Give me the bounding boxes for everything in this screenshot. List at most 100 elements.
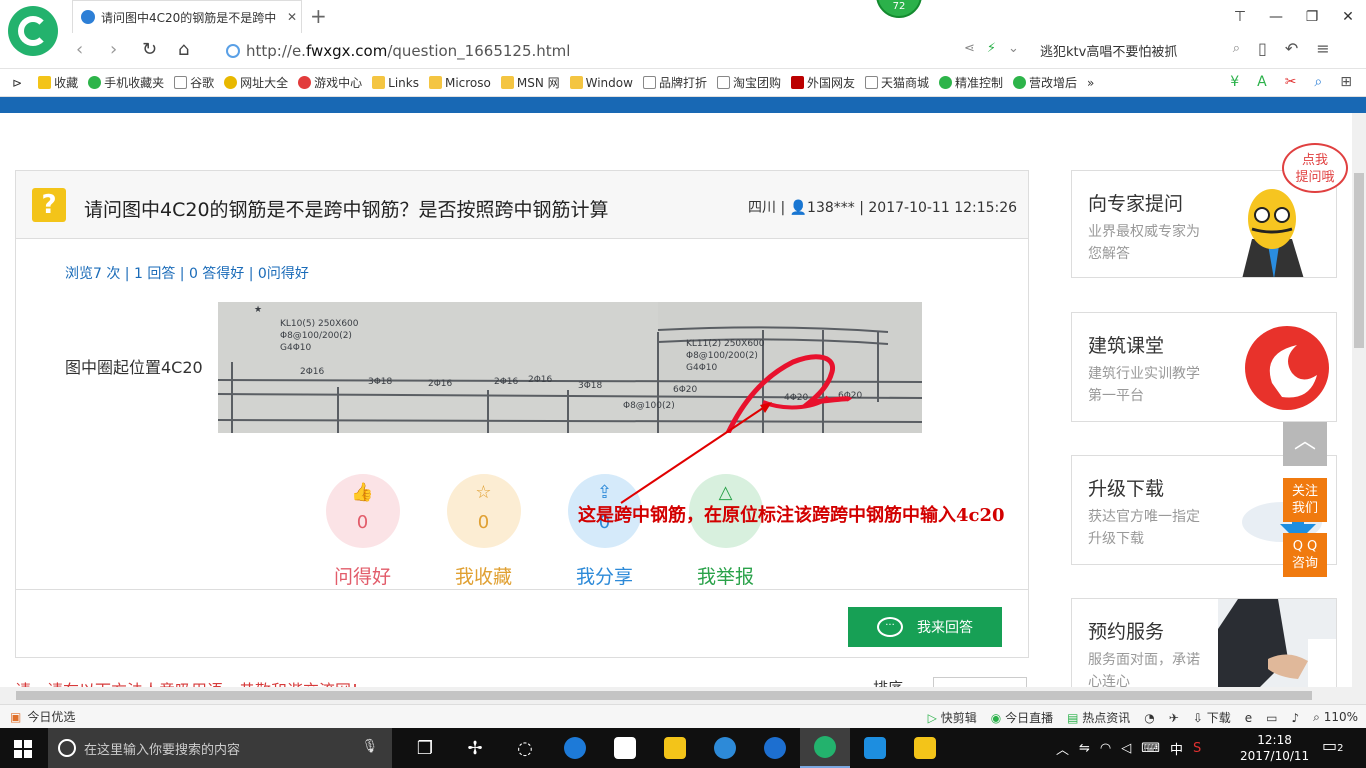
bookmark-item[interactable]: 外国网友: [790, 74, 855, 91]
browser-tab[interactable]: 请问图中4C20的钢筋是不是跨中 ✕: [72, 0, 302, 33]
sidebar-building-class[interactable]: 建筑课堂 建筑行业实训教学第一平台: [1071, 312, 1337, 422]
pin-icon[interactable]: ✈: [1169, 711, 1179, 725]
report-button[interactable]: △ 我举报: [665, 474, 786, 589]
notification-icon[interactable]: ▭2: [1322, 736, 1344, 755]
zoom-level[interactable]: ⌕ 110%: [1313, 710, 1358, 725]
scrollbar-thumb[interactable]: [16, 691, 1312, 700]
horizontal-scrollbar[interactable]: [0, 687, 1366, 704]
follow-us-button[interactable]: 关注 我们: [1283, 478, 1327, 522]
back-icon[interactable]: ‹: [76, 39, 83, 60]
status-item[interactable]: ▤ 热点资讯: [1067, 709, 1130, 726]
search-box[interactable]: 逃犯ktv高唱不要怕被抓 ⌕: [1040, 41, 1240, 60]
like-question-button[interactable]: 👍 0 问得好: [302, 474, 423, 589]
home-icon[interactable]: ⌂: [178, 39, 189, 60]
notes-app-icon[interactable]: [900, 728, 950, 768]
bookmark-label: Links: [388, 75, 419, 90]
bookmark-item[interactable]: 天猫商城: [865, 74, 929, 91]
bookmark-item[interactable]: Microso: [428, 76, 491, 90]
taskbar-search[interactable]: 在这里输入你要搜索的内容 🎙: [48, 728, 392, 768]
app-g-icon[interactable]: [750, 728, 800, 768]
tab-close-icon[interactable]: ✕: [287, 10, 297, 24]
bookmark-item[interactable]: 游戏中心: [298, 74, 362, 91]
status-item[interactable]: ⇩ 下载: [1193, 709, 1231, 726]
edge-icon[interactable]: [550, 728, 600, 768]
forward-icon[interactable]: ›: [110, 39, 117, 60]
menu-icon[interactable]: ≡: [1316, 39, 1329, 58]
share-button[interactable]: ⇪ 0 我分享: [544, 474, 665, 589]
scroll-to-top-button[interactable]: ︿: [1283, 422, 1327, 466]
speed-icon[interactable]: ⚡: [987, 41, 996, 56]
bookmark-item[interactable]: 收藏: [38, 74, 78, 91]
screenshot-icon[interactable]: ✂: [1285, 74, 1297, 90]
bookmark-item[interactable]: MSN 网: [500, 74, 560, 91]
sidebar-subtitle: 业界最权威专家为您解答: [1088, 224, 1200, 262]
more-bookmarks-icon[interactable]: »: [1087, 76, 1094, 90]
daily-picks[interactable]: 今日优选: [27, 708, 75, 725]
find-icon[interactable]: ⌕: [1314, 74, 1322, 90]
plus-app-icon[interactable]: [850, 728, 900, 768]
bookmark-item[interactable]: 品牌打折: [642, 74, 707, 91]
bookmark-item[interactable]: 营改增后: [1013, 74, 1077, 91]
url-field[interactable]: http://e. fwxgx.com/question_1665125.html: [226, 38, 1026, 64]
bookmark-item[interactable]: 精准控制: [939, 74, 1003, 91]
wallet-icon[interactable]: ¥: [1230, 74, 1239, 90]
live-icon: ◉: [990, 711, 1002, 725]
sidebar-appointment[interactable]: 预约服务 服务面对面，承诺心连心: [1071, 598, 1337, 687]
mobile-icon[interactable]: ▯: [1258, 39, 1267, 58]
task-view-icon[interactable]: ❐: [400, 728, 450, 768]
browser-taskbar-icon[interactable]: [800, 728, 850, 768]
share-icon[interactable]: ⋖: [964, 41, 975, 56]
status-item[interactable]: ◉ 今日直播: [991, 709, 1053, 726]
maximize-button[interactable]: ❐: [1294, 9, 1330, 25]
window-icon[interactable]: ▭: [1266, 711, 1277, 725]
windows-start-icon[interactable]: [14, 740, 32, 758]
bookmark-item[interactable]: Window: [569, 76, 633, 90]
answer-button[interactable]: ··· 我来回答: [848, 607, 1002, 647]
bookmark-item[interactable]: 淘宝团购: [716, 74, 781, 91]
browser-logo-icon[interactable]: [8, 6, 58, 56]
minimize-button[interactable]: —: [1258, 9, 1294, 25]
qq-consult-button[interactable]: Q Q 咨询: [1283, 533, 1327, 577]
microphone-icon[interactable]: 🎙: [361, 739, 378, 754]
sound-icon[interactable]: ♪: [1291, 711, 1299, 725]
spiral-app-icon[interactable]: ◌: [500, 728, 550, 768]
bookmark-item[interactable]: 手机收藏夹: [88, 74, 164, 91]
search-icon[interactable]: ⌕: [1233, 41, 1240, 56]
answer-button-label: 我来回答: [917, 620, 973, 636]
tab-title: 请问图中4C20的钢筋是不是跨中: [101, 10, 277, 25]
chevron-up-icon[interactable]: ︿: [1056, 739, 1069, 758]
speed-icon[interactable]: ◔: [1144, 711, 1154, 725]
favorite-button[interactable]: ☆ 0 我收藏: [423, 474, 544, 589]
undo-icon[interactable]: ↶: [1285, 39, 1298, 58]
wifi-icon[interactable]: ◠: [1100, 741, 1111, 756]
status-item[interactable]: ▷ 快剪辑: [928, 709, 977, 726]
sogou-icon[interactable]: S: [1193, 741, 1201, 756]
translate-icon[interactable]: A: [1257, 74, 1267, 90]
refresh-icon[interactable]: ↻: [142, 39, 157, 60]
apps-icon[interactable]: ⊞: [1340, 74, 1352, 90]
bookmark-item[interactable]: 谷歌: [174, 74, 214, 91]
ask-me-bubble[interactable]: 点我 提问哦: [1282, 143, 1348, 193]
scrollbar-thumb[interactable]: [1354, 173, 1364, 348]
chevron-down-icon[interactable]: ⌄: [1008, 41, 1019, 56]
network-icon[interactable]: ⇋: [1079, 741, 1090, 756]
new-tab-button[interactable]: +: [310, 4, 327, 28]
file-explorer-icon[interactable]: [650, 728, 700, 768]
store-icon[interactable]: [600, 728, 650, 768]
bookmarks-toggle-icon[interactable]: ⊳: [12, 76, 22, 90]
ie-mode-icon[interactable]: e: [1245, 711, 1252, 725]
volume-icon[interactable]: ◁: [1121, 741, 1131, 756]
vertical-scrollbar[interactable]: [1352, 113, 1366, 687]
fan-app-icon[interactable]: ✢: [450, 728, 500, 768]
internet-explorer-icon[interactable]: [700, 728, 750, 768]
performance-badge[interactable]: 72: [876, 0, 922, 18]
clock[interactable]: 12:18 2017/10/11: [1240, 732, 1309, 764]
bookmark-item[interactable]: Links: [372, 76, 419, 90]
drawing-photo[interactable]: KL10(5) 250X600 Φ8@100/200(2) G4Φ10 2Φ16…: [218, 302, 922, 433]
close-button[interactable]: ✕: [1330, 9, 1366, 25]
skin-button[interactable]: ⊤: [1222, 9, 1258, 25]
sort-select[interactable]: [933, 677, 1027, 687]
keyboard-icon[interactable]: ⌨: [1141, 741, 1160, 756]
bookmark-item[interactable]: 网址大全: [224, 74, 288, 91]
ime-indicator[interactable]: 中: [1170, 739, 1183, 758]
